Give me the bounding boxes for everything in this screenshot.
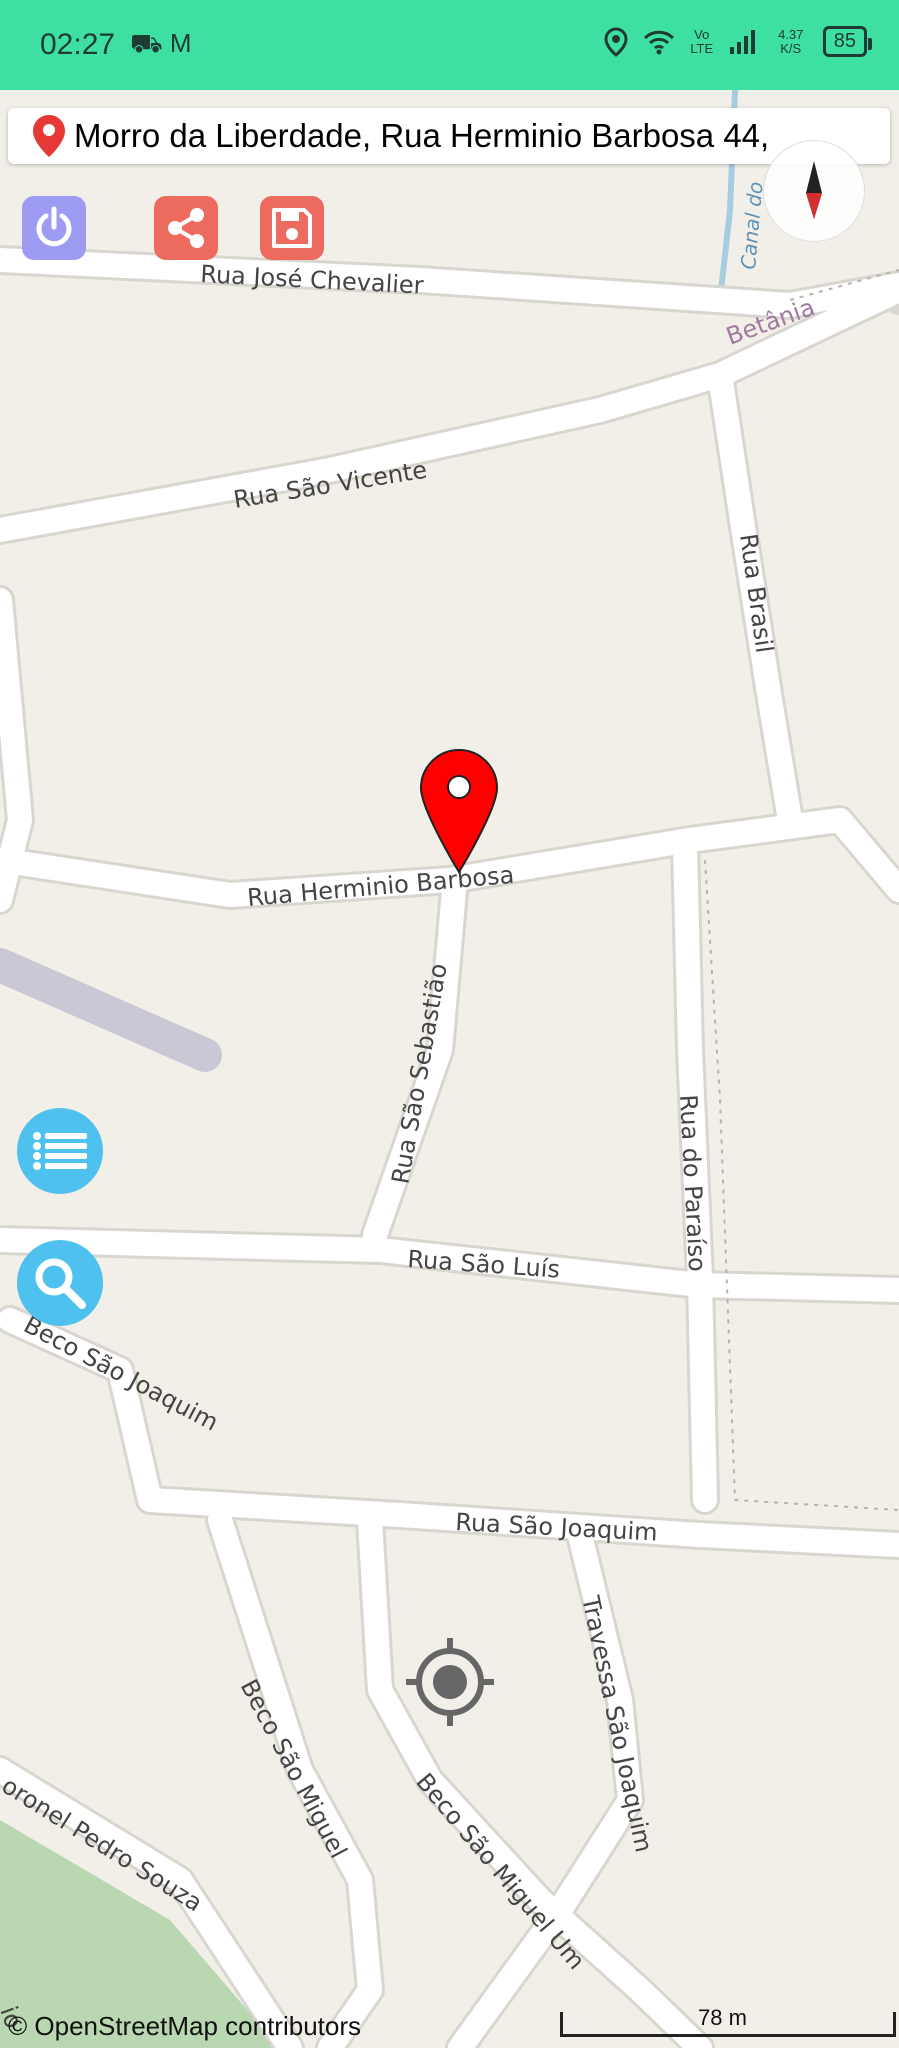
street-label-beco-sao-miguel-um: Beco São Miguel Um [410, 1768, 590, 1975]
network-type: Vo LTE [690, 26, 714, 56]
save-icon [272, 208, 312, 248]
share-button[interactable] [154, 196, 218, 260]
status-bar: 02:27 ⛟ M Vo LTE 4.37 K/S 85 [0, 0, 899, 90]
list-button[interactable] [17, 1108, 103, 1194]
map-canvas[interactable]: Rua José Chevalier Betânia Canal do Rua … [0, 90, 899, 2048]
address-text: Morro da Liberdade, Rua Herminio Barbosa… [74, 117, 770, 154]
locate-icon [406, 1638, 494, 1726]
street-label-sao-luis: Rua São Luís [407, 1245, 561, 1284]
locate-button[interactable] [404, 1636, 496, 1728]
compass-icon[interactable] [763, 140, 865, 242]
map-attribution[interactable]: © OpenStreetMap contributors [8, 2011, 361, 2042]
power-icon [36, 206, 72, 247]
search-button[interactable] [17, 1240, 103, 1326]
status-time: 02:27 [40, 28, 116, 61]
address-bar[interactable]: Morro da Liberdade, Rua Herminio Barbosa… [8, 108, 890, 164]
network-speed: 4.37 K/S [778, 26, 804, 56]
compass-needle [806, 161, 822, 219]
scale-label: 78 m [698, 2005, 747, 2030]
save-button[interactable] [260, 196, 324, 260]
map-marker-icon[interactable] [419, 748, 499, 874]
power-button[interactable] [22, 196, 86, 260]
list-icon [33, 1132, 87, 1170]
battery-indicator: 85 [822, 26, 873, 57]
footpath [0, 948, 222, 1072]
location-icon [604, 26, 628, 57]
search-icon [35, 1258, 86, 1309]
road-casings [0, 245, 899, 2048]
share-icon [168, 208, 204, 248]
location-pin-icon [33, 115, 65, 157]
street-label-herminio-barbosa: Rua Herminio Barbosa [246, 861, 515, 912]
street-label-sao-joaquim: Rua São Joaquim [455, 1508, 659, 1547]
map-view[interactable]: Rua José Chevalier Betânia Canal do Rua … [0, 90, 899, 2048]
status-indicators: Vo LTE 4.37 K/S 85 [603, 26, 873, 57]
notification-icons: ⛟ M [130, 28, 192, 58]
wifi-icon [643, 30, 674, 54]
signal-icon [729, 29, 755, 54]
